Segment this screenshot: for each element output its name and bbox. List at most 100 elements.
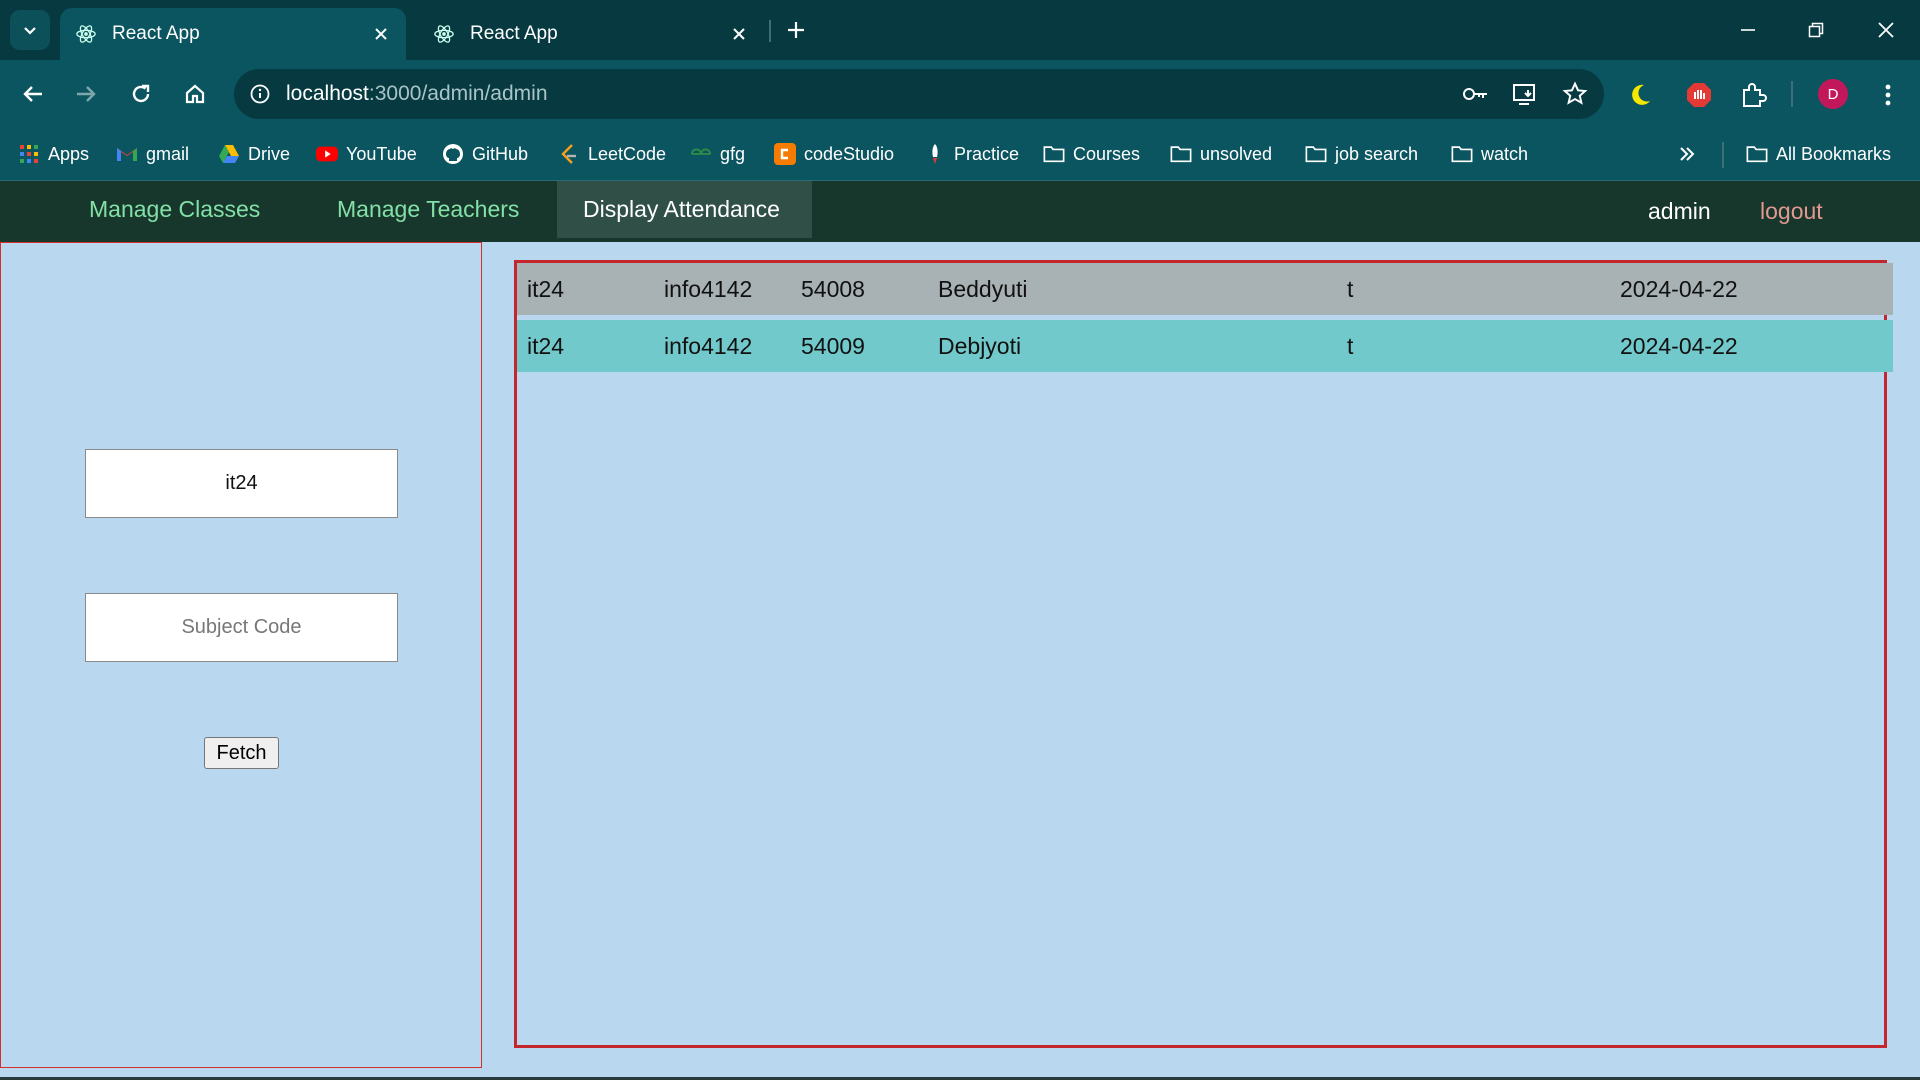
- bookmark-watch[interactable]: watch: [1451, 140, 1528, 168]
- cell-status: t: [1347, 275, 1354, 302]
- bookmark-label: Practice: [954, 143, 1020, 164]
- bookmark-youtube[interactable]: YouTube: [316, 140, 417, 168]
- bookmark-all-bookmarks[interactable]: All Bookmarks: [1746, 140, 1891, 168]
- url-text[interactable]: localhost:3000/admin/admin: [286, 82, 548, 106]
- cell-class: it24: [527, 275, 565, 302]
- toolbar-separator: [1791, 81, 1793, 107]
- cell-roll: 54008: [801, 275, 865, 302]
- more-bookmarks-button[interactable]: [1676, 140, 1706, 168]
- tab-react-app[interactable]: React App: [418, 8, 764, 60]
- cell-date: 2024-04-22: [1620, 332, 1738, 359]
- bookmark-leetcode[interactable]: LeetCode: [558, 140, 666, 168]
- bookmark-label: YouTube: [346, 143, 417, 164]
- plus-icon: [788, 22, 804, 38]
- leetcode-icon: [558, 143, 580, 165]
- table-row: it24 info4142 54008 Beddyuti t 2024-04-2…: [517, 263, 1893, 315]
- forward-button[interactable]: [66, 74, 106, 114]
- home-icon: [185, 84, 205, 104]
- reload-button[interactable]: [121, 74, 161, 114]
- restore-button[interactable]: [1796, 14, 1836, 46]
- codestudio-icon: [774, 143, 796, 165]
- bookmark-apps[interactable]: Apps: [18, 140, 89, 168]
- bookmark-label: gmail: [146, 143, 190, 164]
- folder-icon: [1170, 143, 1192, 165]
- bookmarks-bar: Apps gmail Drive YouTube GitHub LeetCode…: [0, 128, 1920, 181]
- folder-icon: [1043, 143, 1065, 165]
- browser-chrome: React App React App localhost:3000/admin…: [0, 0, 1920, 181]
- url-host: localhost: [286, 82, 369, 105]
- bookmark-drive[interactable]: Drive: [218, 140, 290, 168]
- back-button[interactable]: [13, 74, 53, 114]
- fetch-button[interactable]: Fetch: [204, 737, 279, 769]
- nav-manage-teachers[interactable]: Manage Teachers: [311, 181, 545, 238]
- react-icon: [432, 22, 456, 46]
- nav-username: admin: [1648, 198, 1711, 224]
- adblock-extension-icon[interactable]: [1682, 78, 1716, 112]
- kebab-menu-icon[interactable]: [1871, 78, 1905, 112]
- profile-avatar[interactable]: D: [1818, 79, 1848, 109]
- bookmark-practice[interactable]: Practice: [924, 140, 1019, 168]
- bookmark-courses[interactable]: Courses: [1043, 140, 1140, 168]
- bookmark-label: job search: [1335, 143, 1419, 164]
- close-icon[interactable]: [728, 23, 750, 45]
- cell-status: t: [1347, 332, 1354, 359]
- tab-title: React App: [470, 23, 558, 44]
- close-window-button[interactable]: [1866, 14, 1906, 46]
- new-tab-button[interactable]: [780, 14, 812, 46]
- password-key-icon[interactable]: [1460, 78, 1490, 110]
- cell-class: it24: [527, 332, 565, 359]
- close-icon: [1878, 22, 1894, 38]
- bookmark-label: gfg: [720, 143, 746, 164]
- bookmark-job-search[interactable]: job search: [1305, 140, 1418, 168]
- nav-display-attendance[interactable]: Display Attendance: [557, 181, 812, 238]
- star-icon[interactable]: [1560, 78, 1590, 110]
- arrow-left-icon: [23, 86, 42, 102]
- bookmark-label: All Bookmarks: [1776, 143, 1892, 164]
- tab-search-button[interactable]: [10, 10, 50, 50]
- react-icon: [74, 22, 98, 46]
- nav-manage-classes[interactable]: Manage Classes: [63, 181, 286, 238]
- minimize-button[interactable]: [1728, 14, 1768, 46]
- restore-icon: [1808, 22, 1824, 38]
- cell-name: Debjyoti: [938, 332, 1022, 359]
- logout-link[interactable]: logout: [1760, 181, 1823, 242]
- cell-name: Beddyuti: [938, 275, 1028, 302]
- bookmark-label: codeStudio: [804, 143, 895, 164]
- bookmark-label: watch: [1481, 143, 1529, 164]
- bookmark-github[interactable]: GitHub: [442, 140, 528, 168]
- subject-code-input[interactable]: [85, 593, 398, 662]
- class-code-input[interactable]: [85, 449, 398, 518]
- bookmark-label: Apps: [48, 143, 90, 164]
- bookmark-label: Drive: [248, 143, 291, 164]
- address-bar-actions: [1460, 78, 1590, 110]
- bookmark-label: GitHub: [472, 143, 529, 164]
- chevrons-right-icon: [1676, 143, 1698, 165]
- youtube-icon: [316, 143, 338, 165]
- reload-icon: [132, 84, 150, 103]
- install-app-icon[interactable]: [1510, 78, 1540, 110]
- site-info-icon[interactable]: [240, 74, 280, 114]
- bookmark-gfg[interactable]: gfg: [690, 140, 745, 168]
- home-button[interactable]: [175, 74, 215, 114]
- extensions-puzzle-icon[interactable]: [1736, 78, 1770, 112]
- bookmark-unsolved[interactable]: unsolved: [1170, 140, 1272, 168]
- attendance-filter-form: Fetch: [0, 242, 482, 1068]
- bookmark-label: LeetCode: [588, 143, 667, 164]
- cell-subject: info4142: [664, 332, 753, 359]
- close-icon[interactable]: [370, 23, 392, 45]
- minimize-icon: [1741, 29, 1755, 31]
- chevron-down-icon: [24, 27, 36, 35]
- tab-strip: React App React App: [0, 0, 1920, 60]
- app-navbar: Manage Classes Manage Teachers Display A…: [0, 181, 1920, 242]
- tab-separator: [769, 20, 771, 42]
- drive-icon: [218, 143, 240, 165]
- gfg-icon: [690, 143, 712, 165]
- address-bar[interactable]: localhost:3000/admin/admin: [234, 69, 1604, 119]
- bookmark-codestudio[interactable]: codeStudio: [774, 140, 894, 168]
- url-path: :3000/admin/admin: [368, 82, 548, 105]
- github-icon: [442, 143, 464, 165]
- gmail-icon: [116, 143, 138, 165]
- bookmark-gmail[interactable]: gmail: [116, 140, 189, 168]
- tab-react-app-active[interactable]: React App: [60, 8, 406, 60]
- moon-extension-icon[interactable]: [1627, 78, 1661, 112]
